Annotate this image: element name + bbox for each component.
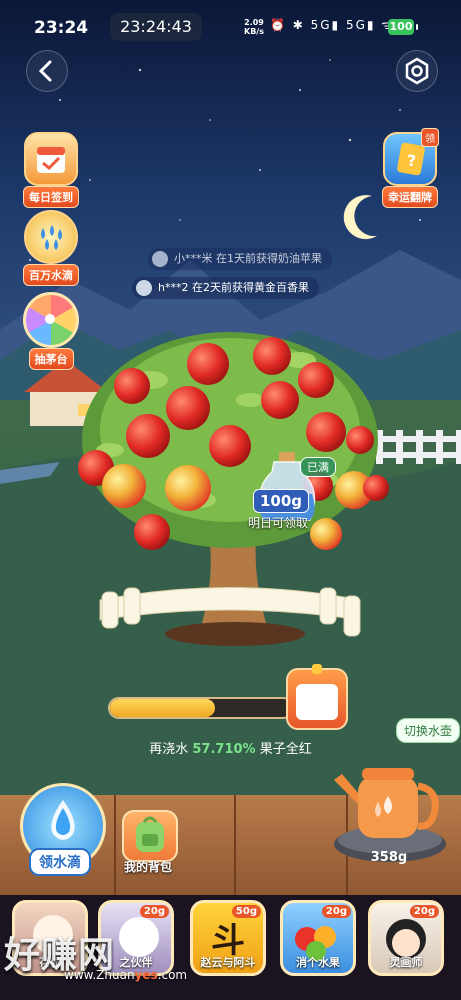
ticker-text: h***2 在2天前获得黄金百香果 — [158, 281, 309, 294]
activity-ticker-item: h***2 在2天前获得黄金百香果 — [132, 277, 319, 299]
progress-caption: 再浇水 57.710% 果子全红 — [0, 738, 461, 757]
collect-water-label[interactable]: 领水滴 — [29, 848, 91, 876]
daily-checkin-label: 每日签到 — [23, 186, 79, 208]
network-speed-value: 2.09 — [244, 18, 264, 27]
avatar — [152, 251, 168, 267]
kettle-amount: 358g — [370, 850, 408, 865]
million-drops-label: 百万水滴 — [23, 264, 79, 286]
progress-prefix: 再浇水 — [149, 742, 189, 757]
calendar-icon — [24, 132, 78, 186]
status-bar: 23:24 23:24:43 2.09 KB/s ⏰ ✱ 5G▮ 5G▮ ᯤ 10… — [0, 0, 461, 56]
orchard-scene: 23:24 23:24:43 2.09 KB/s ⏰ ✱ 5G▮ 5G▮ ᯤ 10… — [0, 0, 461, 1000]
game-card[interactable]: 20g 消个水果 — [280, 900, 356, 976]
svg-text:?: ? — [407, 151, 416, 170]
settings-button[interactable] — [396, 50, 438, 92]
game-card[interactable]: 50g 斗 赵云与阿斗 — [190, 900, 266, 976]
backpack-icon — [136, 816, 164, 852]
water-drops-icon — [24, 210, 78, 264]
apple-crate-icon — [296, 684, 338, 720]
watermark-url-highlight: yes — [134, 968, 158, 982]
my-bag-label: 我的背包 — [123, 860, 172, 874]
progress-fill — [110, 699, 216, 717]
game-name: 灵画师 — [389, 956, 423, 969]
battery-indicator: 100 — [388, 19, 418, 35]
lucky-flip-button[interactable]: ? 领 幸运翻牌 — [378, 128, 442, 208]
watermark-url-prefix: www.Zhuan — [64, 968, 135, 982]
game-reward-badge: 20g — [139, 905, 169, 918]
status-time: 23:24 — [34, 18, 89, 38]
ripeness-progress-bar — [108, 697, 294, 719]
backpack-button[interactable] — [122, 810, 178, 862]
switch-kettle-button[interactable]: 切换水壶 — [396, 718, 461, 743]
game-thumbnail — [119, 917, 159, 957]
bottle-full-badge: 已满 — [300, 457, 336, 477]
chevron-left-icon — [38, 60, 52, 82]
claim-badge: 领 — [421, 128, 439, 147]
network-speed-unit: KB/s — [244, 27, 264, 36]
lottery-label: 抽茅台 — [28, 348, 74, 370]
daily-checkin-button[interactable]: 每日签到 — [19, 132, 83, 208]
back-button[interactable] — [26, 50, 68, 92]
ticker-text: 小***米 在1天前获得奶油苹果 — [174, 252, 322, 265]
bottle-caption: 明日可领取 — [247, 516, 308, 530]
prize-wheel-icon — [23, 292, 79, 348]
game-card[interactable]: 20g 灵画师 — [368, 900, 444, 976]
avatar — [136, 280, 152, 296]
activity-ticker-item: 小***米 在1天前获得奶油苹果 — [148, 248, 332, 270]
status-clock-pill: 23:24:43 — [110, 13, 202, 41]
progress-suffix: 果子全红 — [259, 742, 312, 757]
flip-card-icon: ? 领 — [383, 128, 439, 186]
collect-water-label-wrap: 领水滴 — [20, 848, 100, 876]
game-name: 赵云与阿斗 — [200, 956, 256, 969]
bottle-amount[interactable]: 100g — [253, 489, 310, 513]
progress-percent: 57.710% — [192, 742, 256, 757]
status-icons: ⏰ ✱ 5G▮ 5G▮ ᯤ — [270, 18, 395, 32]
bow-icon — [312, 664, 322, 674]
lottery-button[interactable]: 抽茅台 — [19, 292, 83, 370]
lucky-flip-label: 幸运翻牌 — [382, 186, 438, 208]
gear-icon — [405, 57, 429, 85]
million-drops-button[interactable]: 百万水滴 — [19, 210, 83, 286]
network-speed: 2.09 KB/s — [244, 18, 264, 36]
gift-crate-button[interactable] — [286, 664, 348, 730]
watermark-url-suffix: .com — [157, 968, 188, 982]
game-name: 消个水果 — [296, 956, 340, 969]
watermark-url: www.Zhuanyes.com — [64, 968, 187, 982]
